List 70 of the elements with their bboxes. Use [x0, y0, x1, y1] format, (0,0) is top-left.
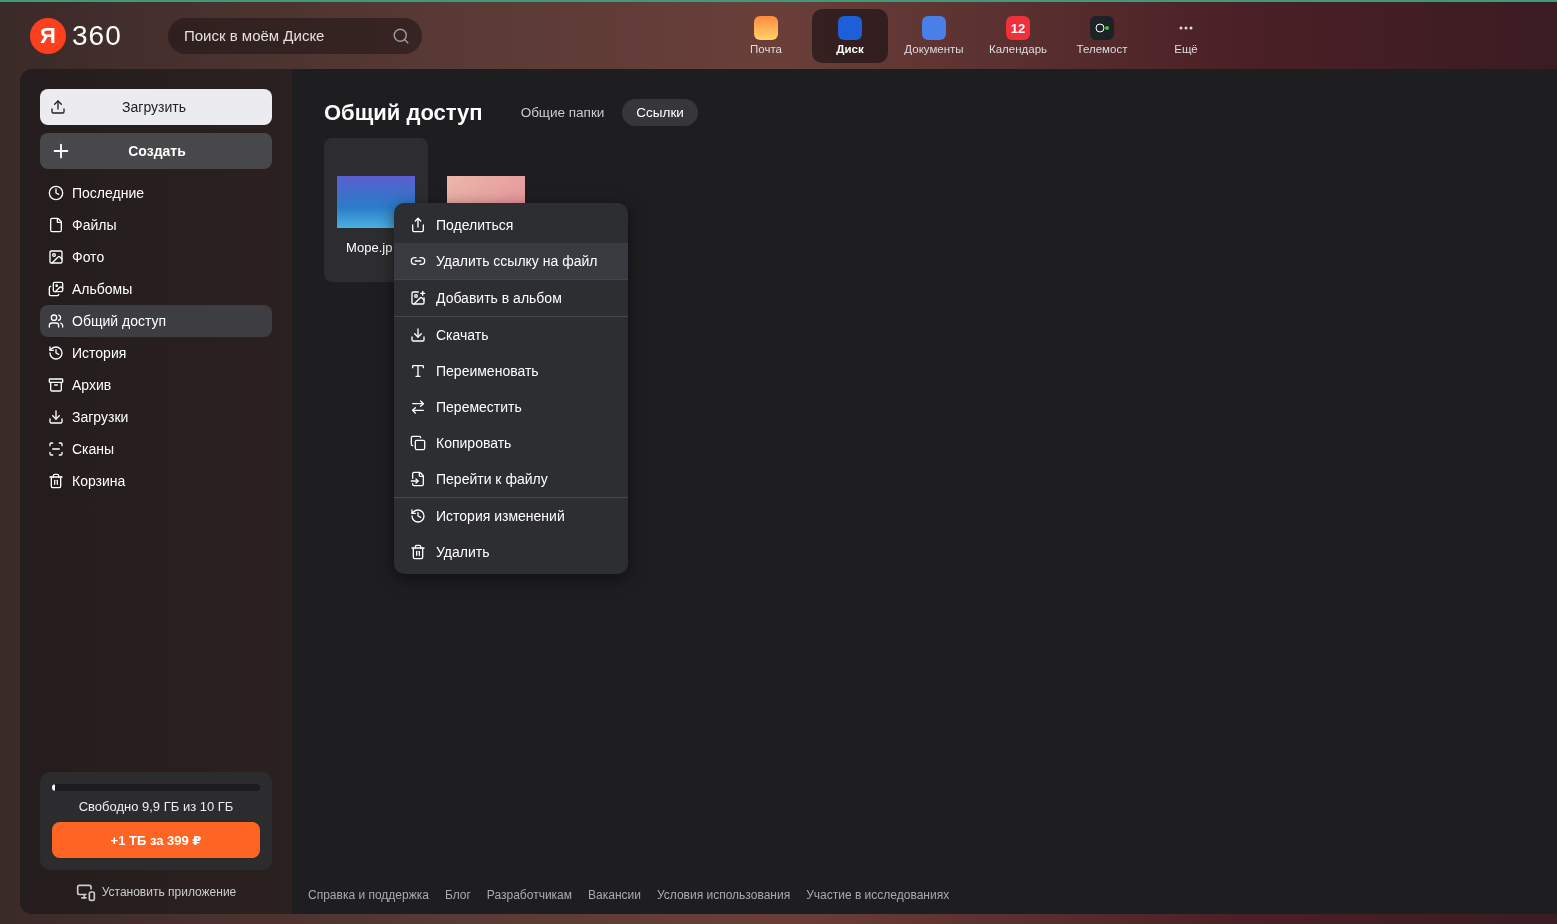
sidebar-item[interactable]: Загрузки	[40, 401, 272, 433]
footer-link[interactable]: Справка и поддержка	[308, 888, 429, 902]
menu-icon	[410, 327, 426, 343]
nav-icon	[48, 377, 64, 393]
telemost-app-icon	[1090, 16, 1114, 40]
app-tab[interactable]: Ещё	[1148, 8, 1224, 63]
menu-icon	[410, 399, 426, 415]
menu-icon	[410, 217, 426, 233]
sidebar-item[interactable]: Последние	[40, 177, 272, 209]
menu-item[interactable]: История изменений	[394, 498, 628, 534]
page-title: Общий доступ	[324, 99, 483, 126]
app-tab[interactable]: 12 Календарь	[980, 8, 1056, 63]
logo-text[interactable]: 360	[72, 19, 122, 52]
storage-text: Свободно 9,9 ГБ из 10 ГБ	[78, 799, 234, 814]
sidebar-item[interactable]: Архив	[40, 369, 272, 401]
menu-item[interactable]: Добавить в альбом	[394, 280, 628, 316]
nav-icon	[48, 217, 64, 233]
devices-icon	[75, 882, 96, 902]
menu-item[interactable]: Переместить	[394, 389, 628, 425]
menu-item[interactable]: Удалить	[394, 534, 628, 570]
sidebar-item[interactable]: Корзина	[40, 465, 272, 497]
disk-app-icon	[838, 16, 862, 40]
docs-app-icon	[922, 16, 946, 40]
sidebar-item[interactable]: Файлы	[40, 209, 272, 241]
sidebar-item[interactable]: Сканы	[40, 433, 272, 465]
sidebar-item[interactable]: Общий доступ	[40, 305, 272, 337]
footer-link[interactable]: Блог	[444, 888, 471, 902]
nav-icon	[48, 313, 64, 329]
more-dots-icon	[1179, 26, 1193, 30]
upload-icon	[50, 99, 66, 115]
menu-icon	[410, 435, 426, 451]
install-app-link[interactable]: Установить приложение	[40, 882, 272, 902]
logo-mark[interactable]: Я	[30, 17, 66, 54]
menu-icon	[410, 544, 426, 560]
tab[interactable]: Ссылки	[622, 99, 698, 126]
nav-icon	[48, 409, 64, 425]
upload-button[interactable]: Загрузить	[40, 89, 272, 125]
nav-icon	[48, 473, 64, 489]
menu-icon	[410, 471, 426, 487]
footer-link[interactable]: Участие в исследованиях	[806, 888, 950, 902]
nav-icon	[48, 249, 64, 265]
sidebar-item[interactable]: История	[40, 337, 272, 369]
mail-app-icon	[754, 16, 778, 40]
search-input[interactable]: Поиск в моём Диске	[182, 26, 386, 45]
menu-item[interactable]: Переименовать	[394, 353, 628, 389]
menu-icon	[410, 508, 426, 524]
search-icon[interactable]	[392, 26, 410, 45]
app-tab[interactable]: Документы	[896, 8, 972, 63]
footer-link[interactable]: Условия использования	[656, 888, 791, 902]
footer-link[interactable]: Разработчикам	[486, 888, 573, 902]
menu-item[interactable]: Копировать	[394, 425, 628, 461]
nav-icon	[48, 345, 64, 361]
app-tab[interactable]: Почта	[728, 8, 804, 63]
menu-icon	[410, 290, 426, 306]
menu-icon	[410, 363, 426, 379]
create-button[interactable]: Создать	[40, 133, 272, 169]
sidebar-item[interactable]: Фото	[40, 241, 272, 273]
menu-item[interactable]: Перейти к файлу	[394, 461, 628, 497]
menu-item[interactable]: Скачать	[394, 317, 628, 353]
search-field[interactable]: Поиск в моём Диске	[168, 17, 422, 54]
app-tab[interactable]: Диск	[812, 8, 888, 63]
nav-icon	[48, 281, 64, 297]
tab[interactable]: Общие папки	[506, 99, 619, 126]
footer-link[interactable]: Вакансии	[588, 888, 641, 902]
app-tab[interactable]: Телемост	[1064, 8, 1140, 63]
menu-item[interactable]: Удалить ссылку на файл	[394, 243, 628, 279]
nav-icon	[48, 441, 64, 457]
sidebar-item[interactable]: Альбомы	[40, 273, 272, 305]
nav-icon	[48, 185, 64, 201]
calendar-icon: 12	[1006, 16, 1030, 40]
